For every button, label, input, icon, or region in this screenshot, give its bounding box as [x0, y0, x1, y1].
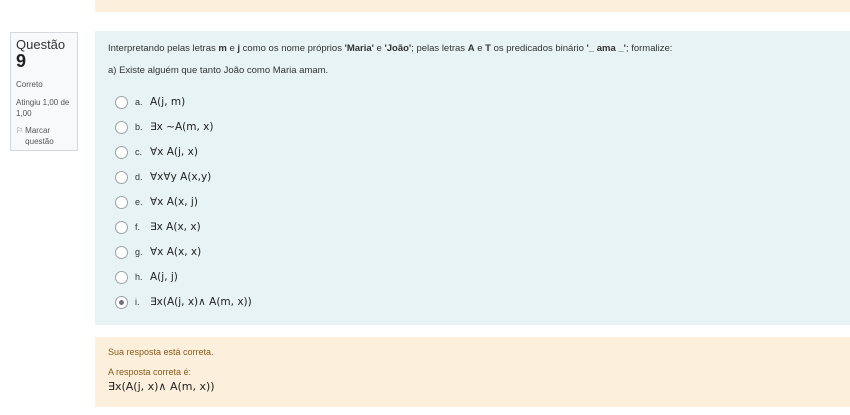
answer-formula: ∀x A(x, x)	[150, 246, 202, 258]
answer-option-h[interactable]: h. A(j, j)	[115, 268, 178, 286]
flag-question-link[interactable]: ⚐ Marcar questão	[16, 125, 72, 147]
feedback-correct-message: Sua resposta está correta.	[108, 347, 214, 357]
question-formulation: Interpretando pelas letras m e j como os…	[95, 31, 850, 325]
answer-formula: ∀x A(x, j)	[150, 196, 198, 208]
answer-option-b[interactable]: b. ∃x ~A(m, x)	[115, 118, 213, 136]
qtext-bold: m	[218, 43, 227, 54]
radio-button[interactable]	[115, 220, 128, 234]
radio-button[interactable]	[115, 245, 128, 259]
answer-letter: h.	[135, 272, 143, 282]
radio-button[interactable]	[115, 120, 128, 134]
answer-formula: ∀x∀y A(x,y)	[150, 171, 212, 183]
flag-icon: ⚐	[16, 126, 24, 135]
qtext-part: como os nome próprios	[240, 43, 345, 54]
answer-letter: e.	[135, 197, 143, 207]
question-prompt: a) Existe alguém que tanto João como Mar…	[108, 65, 329, 76]
radio-button-selected[interactable]	[115, 295, 128, 309]
answer-letter: g.	[135, 247, 143, 257]
answer-letter: a.	[135, 97, 143, 107]
qtext-part: ; pelas letras	[411, 43, 468, 54]
answer-letter: b.	[135, 122, 143, 132]
question-text: Interpretando pelas letras m e j como os…	[108, 43, 672, 54]
answer-letter: d.	[135, 172, 143, 182]
answer-option-e[interactable]: e. ∀x A(x, j)	[115, 193, 198, 211]
qtext-part: e	[226, 43, 238, 54]
answer-letter: f.	[135, 222, 141, 232]
question-grade: Atingiu 1,00 de 1,00	[16, 98, 70, 118]
qtext-bold: A	[467, 43, 475, 54]
question-number: 9	[16, 51, 27, 71]
qtext-bold: 'Maria'	[344, 43, 374, 54]
answer-formula: ∃x ~A(m, x)	[150, 121, 214, 133]
qtext-part: ; formalize:	[625, 43, 673, 54]
answer-formula: A(j, m)	[150, 96, 186, 108]
answer-formula: ∃x A(x, x)	[150, 221, 201, 233]
radio-button[interactable]	[115, 95, 128, 109]
answer-option-c[interactable]: c. ∀x A(j, x)	[115, 143, 198, 161]
answer-letter: c.	[135, 147, 143, 157]
answer-formula: ∃x(A(j, x)∧ A(m, x))	[150, 296, 252, 308]
qtext-part: Interpretando pelas letras	[108, 43, 219, 54]
radio-button[interactable]	[115, 270, 128, 284]
answer-formula: A(j, j)	[150, 271, 178, 283]
correct-answer-formula: ∃x(A(j, x)∧ A(m, x))	[108, 380, 215, 393]
question-state: Correto	[16, 80, 43, 89]
previous-feedback-strip	[95, 0, 850, 12]
answer-formula: ∀x A(j, x)	[150, 146, 198, 158]
question-info-panel: Questão 9 Correto Atingiu 1,00 de 1,00 ⚐…	[10, 32, 78, 151]
qtext-bold: 'João'	[384, 43, 412, 54]
question-label-text: Questão	[16, 37, 66, 52]
answer-letter: i.	[135, 297, 140, 307]
answer-option-i[interactable]: i. ∃x(A(j, x)∧ A(m, x))	[115, 293, 252, 311]
radio-button[interactable]	[115, 145, 128, 159]
correct-answer-label: A resposta correta é:	[108, 367, 192, 377]
radio-button[interactable]	[115, 170, 128, 184]
answer-option-g[interactable]: g. ∀x A(x, x)	[115, 243, 201, 261]
qtext-part: e	[373, 43, 385, 54]
answer-option-d[interactable]: d. ∀x∀y A(x,y)	[115, 168, 211, 186]
qtext-part: os predicados binário	[490, 43, 587, 54]
qtext-bold: '_ ama _'	[586, 43, 626, 54]
answer-option-f[interactable]: f. ∃x A(x, x)	[115, 218, 201, 236]
radio-button[interactable]	[115, 195, 128, 209]
question-label: Questão	[16, 37, 72, 52]
feedback-box: Sua resposta está correta. A resposta co…	[95, 337, 850, 407]
answer-option-a[interactable]: a. A(j, m)	[115, 93, 185, 111]
flag-question-label: Marcar questão	[25, 126, 54, 146]
qtext-part: e	[474, 43, 486, 54]
